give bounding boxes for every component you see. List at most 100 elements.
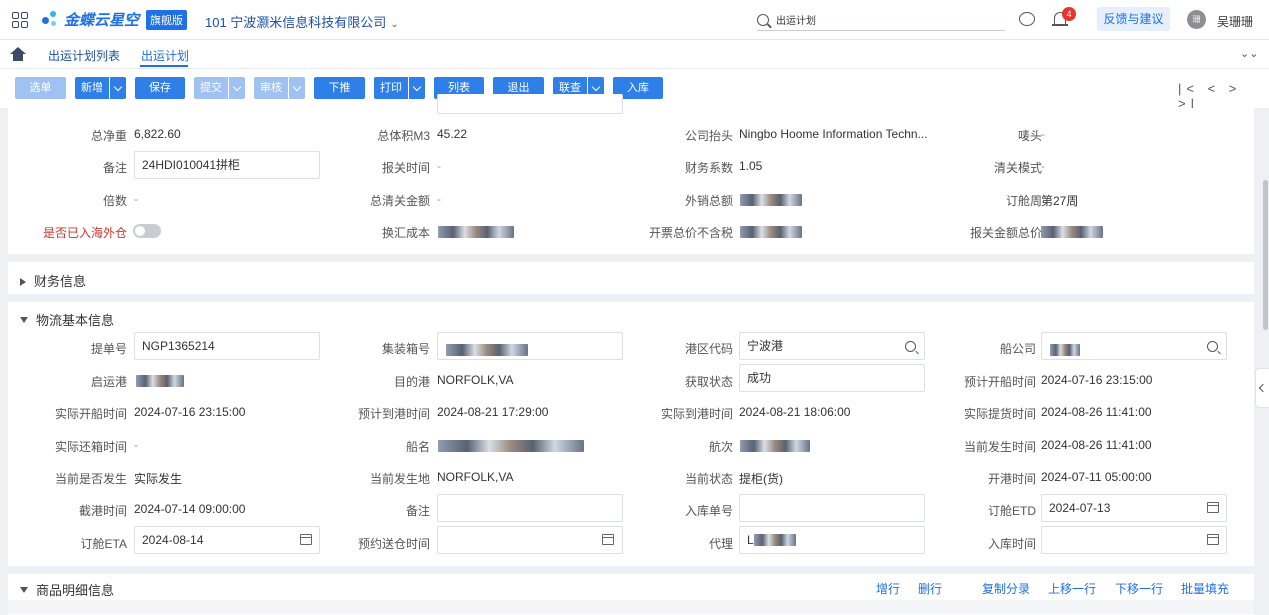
submit-button[interactable]: 提交: [194, 77, 245, 99]
booking-eta-input[interactable]: 2024-08-14: [134, 526, 320, 554]
label-port-code: 港区代码: [684, 342, 733, 356]
label-booking-eta: 订舱ETA: [80, 537, 127, 551]
label-cutoff-time: 截港时间: [78, 504, 127, 518]
label-vessel-name: 船名: [405, 440, 430, 454]
chevron-down-icon: [288, 77, 305, 99]
value-cutoff-time: 2024-07-14 09:00:00: [134, 502, 246, 516]
label-destination-port: 目的港: [393, 375, 430, 389]
label-current-location: 当前发生地: [369, 472, 430, 486]
finance-section-header[interactable]: 财务信息: [20, 271, 86, 290]
label-invoice-total-ex-tax: 开票总价不含税: [648, 226, 733, 240]
user-name[interactable]: 吴珊珊: [1217, 13, 1253, 30]
overseas-warehouse-toggle[interactable]: [133, 224, 161, 238]
remark-input[interactable]: 24HDI010041拼柜: [134, 151, 320, 179]
push-down-button[interactable]: 下推: [314, 77, 365, 99]
avatar[interactable]: 珊: [1187, 10, 1206, 29]
warehouse-in-no-input[interactable]: [739, 494, 925, 522]
value-port-open-time: 2024-07-11 05:00:00: [1041, 470, 1152, 484]
logo-text: 金蝶云星空: [64, 12, 140, 29]
message-icon[interactable]: [1019, 12, 1035, 26]
redacted-shipping-company: [1050, 344, 1080, 356]
edition-badge: 旗舰版: [146, 9, 188, 30]
add-row-button[interactable]: 增行: [876, 580, 900, 597]
port-code-input[interactable]: 宁波港: [739, 332, 925, 360]
value-total-clearance-amount: -: [437, 192, 441, 206]
logistics-remark-input[interactable]: [437, 494, 623, 522]
home-icon[interactable]: [10, 47, 26, 61]
new-button[interactable]: 新增: [75, 77, 126, 99]
logistics-section-header[interactable]: 物流基本信息: [20, 310, 114, 329]
side-panel-toggle[interactable]: [1255, 368, 1269, 408]
app-grid-icon[interactable]: [12, 12, 28, 28]
calendar-icon[interactable]: [1207, 502, 1219, 513]
cut-off-field[interactable]: [437, 94, 623, 114]
label-container-no: 集装箱号: [381, 342, 430, 356]
label-fetch-status: 获取状态: [684, 375, 733, 389]
batch-fill-button[interactable]: 批量填充: [1181, 580, 1229, 597]
goods-section-header[interactable]: 商品明细信息: [20, 580, 114, 599]
finance-section: 财务信息: [8, 262, 1254, 294]
chevron-down-icon: [109, 77, 126, 99]
search-icon[interactable]: [905, 341, 916, 352]
save-button[interactable]: 保存: [135, 77, 185, 99]
value-current-status: 提柜(货): [739, 472, 783, 486]
double-chevron-down-icon[interactable]: ⌄⌄: [1240, 47, 1258, 60]
value-destination-port: NORFOLK,VA: [437, 373, 514, 387]
calendar-icon[interactable]: [602, 534, 614, 545]
search-icon[interactable]: [1207, 341, 1218, 352]
label-declare-time: 报关时间: [381, 161, 430, 175]
scrollbar[interactable]: [1263, 180, 1268, 330]
search-input[interactable]: 出运计划: [776, 12, 816, 27]
label-actual-arrival-time: 实际到港时间: [660, 407, 733, 421]
value-total-volume: 45.22: [437, 127, 468, 141]
value-actual-return-time: -: [134, 438, 138, 452]
bill-no-input[interactable]: NGP1365214: [134, 332, 320, 360]
warehouse-in-time-input[interactable]: [1041, 526, 1227, 554]
label-eta-sail-time: 预计开船时间: [963, 375, 1036, 389]
feedback-button[interactable]: 反馈与建议: [1097, 7, 1170, 31]
notification-count-badge: 4: [1062, 7, 1076, 21]
tab-shipping-plan[interactable]: 出运计划: [141, 47, 189, 64]
calendar-icon[interactable]: [300, 534, 312, 545]
label-clearance-mode: 清关模式: [993, 161, 1042, 175]
move-down-button[interactable]: 下移一行: [1115, 580, 1163, 597]
value-actual-sail-time: 2024-07-16 23:15:00: [134, 405, 246, 419]
delete-row-button[interactable]: 删行: [918, 580, 942, 597]
label-multiple: 倍数: [102, 194, 127, 208]
chevron-down-icon: ⌄: [390, 19, 399, 30]
value-finance-coefficient: 1.05: [739, 159, 763, 173]
redacted-declare-amount: [1041, 226, 1103, 238]
label-declare-amount-total: 报关金额总价: [969, 226, 1042, 240]
label-current-occurred: 当前是否发生: [54, 472, 127, 486]
booking-etd-input[interactable]: 2024-07-13: [1041, 494, 1227, 522]
value-eta-sail-time: 2024-07-16 23:15:00: [1041, 373, 1153, 387]
label-current-event-time: 当前发生时间: [963, 440, 1036, 454]
top-bar: 金蝶云星空 旗舰版 101 宁波灏米信息科技有限公司 ⌄ 出运计划 4 反馈与建议…: [0, 0, 1269, 40]
copy-entry-button[interactable]: 复制分录: [982, 580, 1030, 597]
label-actual-sail-time: 实际开船时间: [54, 407, 127, 421]
logo[interactable]: 金蝶云星空 旗舰版: [42, 9, 188, 30]
value-multiple: -: [134, 192, 138, 206]
value-mark: -: [1041, 127, 1045, 141]
value-current-location: NORFOLK,VA: [437, 470, 514, 484]
chevron-left-icon: [1258, 383, 1268, 393]
print-button[interactable]: 打印: [374, 77, 425, 99]
tab-shipping-plan-list[interactable]: 出运计划列表: [48, 47, 120, 64]
move-up-button[interactable]: 上移一行: [1048, 580, 1096, 597]
label-booking-etd: 订舱ETD: [987, 504, 1036, 518]
fetch-status-input[interactable]: 成功: [739, 364, 925, 392]
value-eta-port-time: 2024-08-21 17:29:00: [437, 405, 549, 419]
label-warehouse-in-time: 入库时间: [987, 537, 1036, 551]
company-selector[interactable]: 101 宁波灏米信息科技有限公司 ⌄: [205, 12, 399, 31]
appointment-time-input[interactable]: [437, 526, 623, 554]
redacted-container-no: [446, 344, 528, 356]
select-order-button[interactable]: 选单: [15, 77, 66, 99]
global-search[interactable]: 出运计划: [757, 9, 1005, 31]
caret-right-icon: [20, 278, 26, 286]
record-pager[interactable]: |< < > >|: [1178, 81, 1269, 111]
audit-button[interactable]: 审核: [254, 77, 305, 99]
chevron-down-icon: [408, 77, 425, 99]
value-declare-time: -: [437, 159, 441, 173]
label-port-open-time: 开港时间: [987, 472, 1036, 486]
calendar-icon[interactable]: [1207, 534, 1219, 545]
